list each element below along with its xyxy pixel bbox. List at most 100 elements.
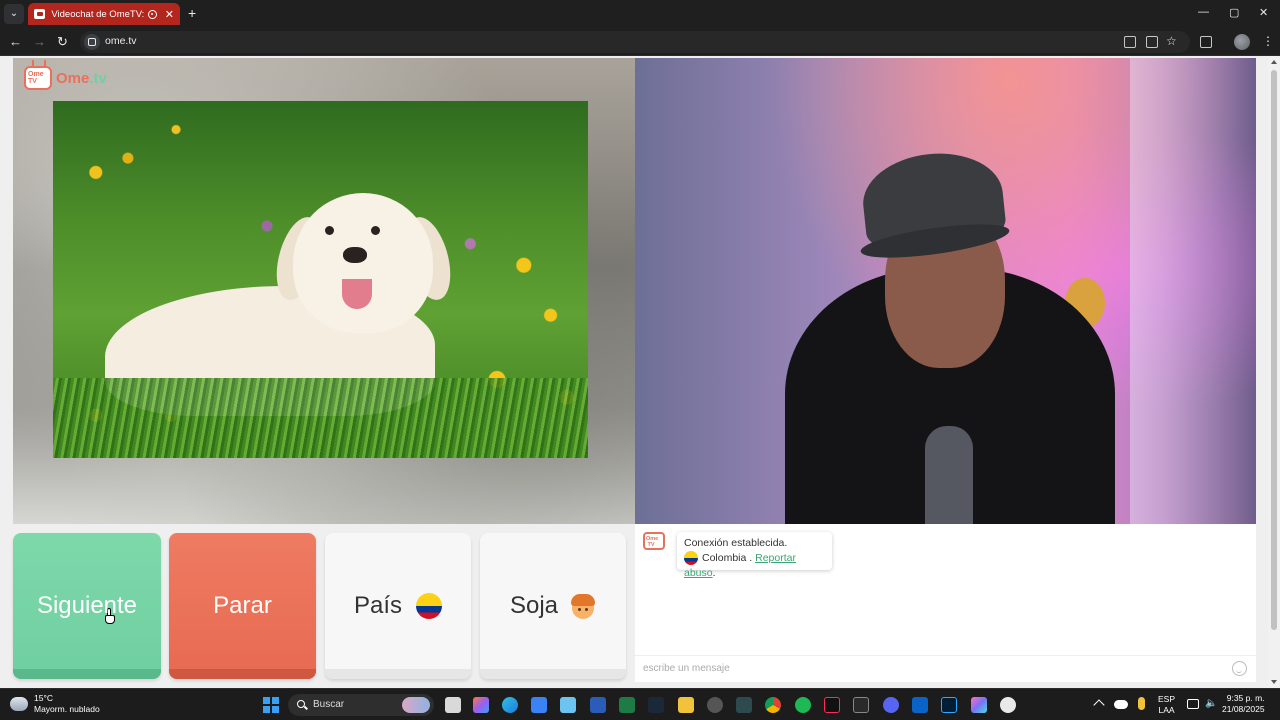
cloud-weather-icon — [10, 697, 28, 711]
window-minimize-button[interactable]: — — [1198, 6, 1209, 18]
tab-title: Videochat de OmeTV: uno a uno — [51, 8, 146, 20]
language-indicator[interactable]: ESP LAA — [1158, 694, 1175, 716]
tv-logo-icon: Ome TV — [24, 66, 52, 90]
stop-button-label: Parar — [213, 592, 272, 619]
dog-tongue — [342, 279, 372, 309]
site-info-icon[interactable] — [84, 34, 100, 50]
weather-widget[interactable]: 15°C Mayorm. nublado — [10, 693, 100, 715]
photoshop-icon[interactable] — [941, 697, 957, 713]
browser-tab-ometv[interactable]: Videochat de OmeTV: uno a uno ✕ — [28, 3, 180, 25]
translate-icon[interactable] — [1146, 36, 1158, 48]
dog-eye-left — [325, 226, 334, 235]
tab-close-icon[interactable]: ✕ — [165, 8, 174, 21]
chat-message-input[interactable]: escribe un mensaje — [635, 655, 1256, 680]
connection-status: Conexión establecida. — [684, 537, 788, 549]
window-close-button[interactable]: ✕ — [1259, 6, 1268, 19]
partner-country: Colombia — [702, 552, 747, 564]
new-tab-button[interactable]: + — [188, 5, 196, 21]
remote-video-feed — [635, 58, 1256, 524]
country-filter-button[interactable]: País — [325, 533, 471, 679]
network-icon[interactable] — [1187, 699, 1199, 709]
page-scrollbar[interactable] — [1268, 56, 1280, 688]
grass-foreground — [53, 378, 588, 458]
taskbar-clock[interactable]: 9:35 p. m. 21/08/2025 — [1222, 693, 1265, 715]
next-button-label: Siguiente — [36, 592, 138, 619]
wall-corner — [1130, 58, 1256, 524]
install-app-icon[interactable] — [1124, 36, 1136, 48]
clock-time: 9:35 p. m. — [1226, 693, 1265, 703]
extensions-icon[interactable] — [1200, 36, 1212, 48]
creative-cloud-icon[interactable] — [971, 697, 987, 713]
logo-wordmark: Ome.tv — [56, 69, 107, 87]
outlook-icon[interactable] — [912, 697, 928, 713]
taskbar-search[interactable]: Buscar — [288, 694, 434, 716]
windows-start-icon[interactable] — [263, 697, 279, 713]
next-button[interactable]: Siguiente — [13, 533, 161, 679]
excel-icon[interactable] — [619, 697, 635, 713]
weather-temperature: 15°C — [34, 693, 53, 703]
recording-indicator-icon — [148, 9, 157, 19]
chat-input-placeholder: escribe un mensaje — [643, 663, 730, 674]
taskbar-search-label: Buscar — [313, 699, 345, 710]
address-url[interactable]: ome.tv — [105, 35, 137, 47]
chat-panel: Ome TV Conexión establecida. Colombia . … — [635, 524, 1256, 682]
emoji-smile-icon[interactable] — [1232, 661, 1247, 676]
profile-avatar[interactable] — [1234, 34, 1250, 50]
edge-icon[interactable] — [502, 697, 518, 713]
ometv-logo[interactable]: Ome TV Ome.tv — [24, 66, 107, 90]
spotify-icon[interactable] — [795, 697, 811, 713]
chrome-icon[interactable] — [765, 697, 781, 713]
system-message-bubble: Conexión establecida. Colombia . Reporta… — [677, 532, 832, 579]
dog-nose — [343, 247, 367, 263]
gender-filter-button[interactable]: Soja — [480, 533, 626, 679]
capcut-icon[interactable] — [736, 697, 752, 713]
microphone-tray-icon[interactable] — [1138, 697, 1145, 710]
scroll-up-icon[interactable] — [1271, 60, 1277, 64]
dog-image — [53, 101, 588, 458]
gender-button-label: Soja — [509, 592, 559, 619]
task-view-icon[interactable] — [445, 697, 461, 713]
colombia-flag-icon — [416, 593, 443, 619]
dog-head — [293, 193, 433, 333]
colombia-flag-small-icon — [684, 551, 698, 566]
chatgpt-icon[interactable] — [1000, 697, 1016, 713]
reload-icon[interactable]: ↻ — [57, 34, 68, 50]
photos-icon[interactable] — [560, 697, 576, 713]
boy-emoji-icon — [570, 593, 596, 619]
window-maximize-button[interactable]: ▢ — [1229, 6, 1239, 19]
scroll-down-icon[interactable] — [1271, 680, 1277, 684]
discord-icon[interactable] — [883, 697, 899, 713]
epic-games-icon[interactable] — [853, 697, 869, 713]
weather-description: Mayorm. nublado — [34, 704, 100, 714]
file-explorer-icon[interactable] — [678, 697, 694, 713]
logo-tv-text: Ome TV — [28, 71, 44, 85]
search-highlight-icon — [402, 697, 430, 713]
stop-button[interactable]: Parar — [169, 533, 316, 679]
browser-menu-icon[interactable]: ⋮ — [1262, 34, 1274, 48]
tray-overflow-chevron-icon[interactable] — [1093, 699, 1105, 711]
browser-tab-strip: ⌄ Videochat de OmeTV: uno a uno ✕ + — ▢ … — [0, 0, 1280, 28]
windows-taskbar: 15°C Mayorm. nublado Buscar ESP LAA 🔈 9:35… — [0, 688, 1280, 720]
dog-eye-right — [371, 226, 380, 235]
ometv-favicon-icon — [34, 9, 46, 19]
copilot-icon[interactable] — [473, 697, 489, 713]
steam-icon[interactable] — [648, 697, 664, 713]
browser-toolbar: ← → ↻ ome.tv ☆ — [0, 28, 1280, 56]
clock-date: 21/08/2025 — [1222, 704, 1265, 714]
volume-icon[interactable]: 🔈 — [1205, 699, 1217, 709]
word-icon[interactable] — [590, 697, 606, 713]
microphone — [925, 426, 973, 524]
scroll-thumb[interactable] — [1271, 70, 1277, 630]
store-icon[interactable] — [531, 697, 547, 713]
onedrive-cloud-icon[interactable] — [1114, 700, 1128, 709]
bookmark-star-icon[interactable]: ☆ — [1166, 34, 1177, 48]
address-bar[interactable]: ome.tv — [80, 31, 1190, 53]
tiktok-icon[interactable] — [824, 697, 840, 713]
ometv-chat-avatar-icon: Ome TV — [643, 532, 665, 550]
forward-arrow-icon[interactable]: → — [33, 34, 46, 49]
search-icon — [297, 700, 305, 708]
obs-icon[interactable] — [707, 697, 723, 713]
partner-country-line: Colombia . Reportar abuso. — [684, 551, 796, 579]
tab-search-icon[interactable]: ⌄ — [4, 4, 24, 24]
back-arrow-icon[interactable]: ← — [9, 34, 22, 49]
